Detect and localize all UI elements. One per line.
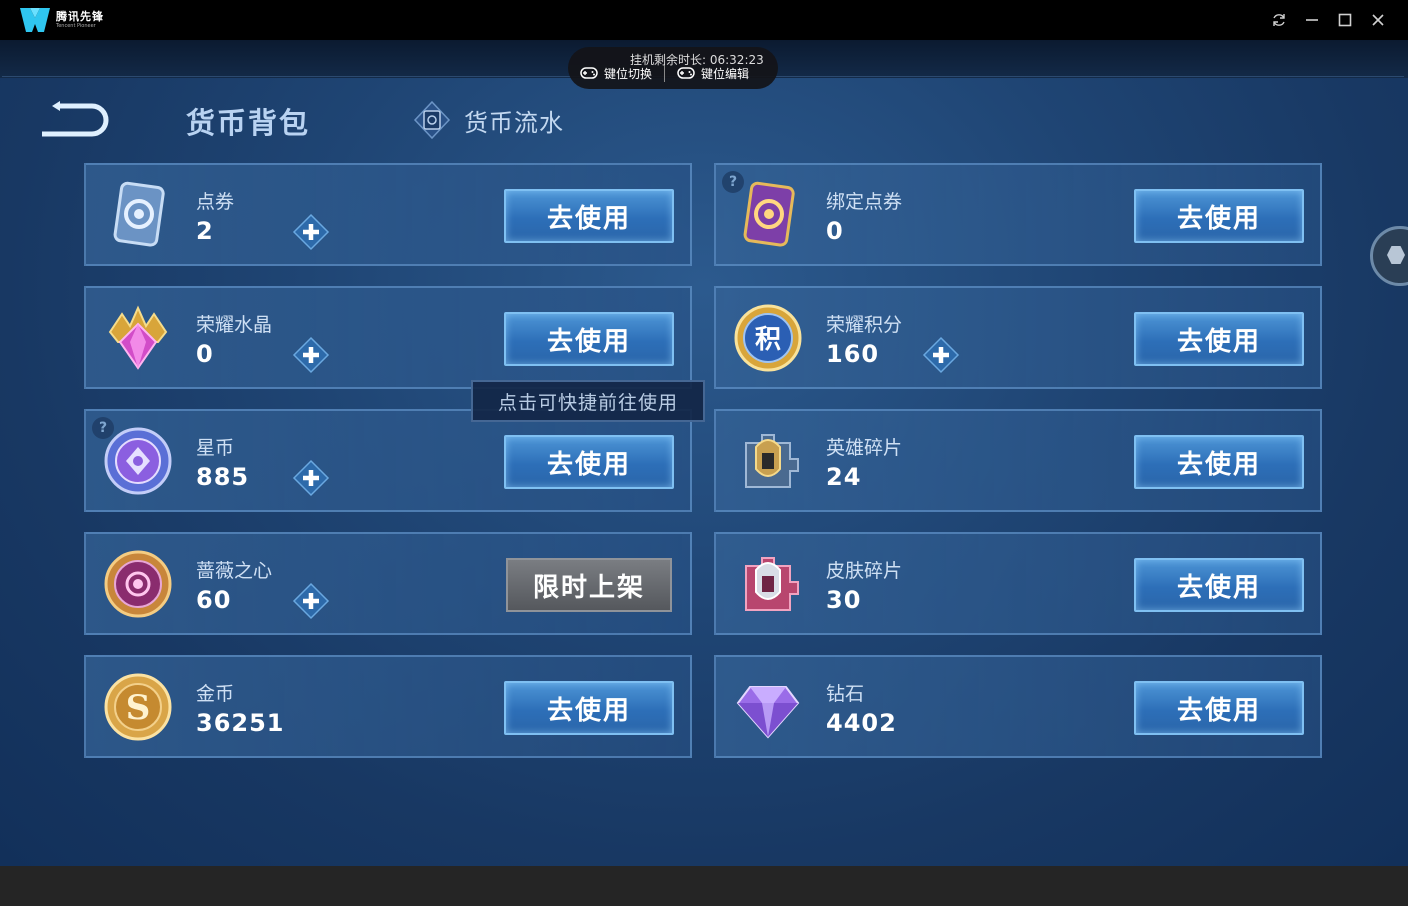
use-button[interactable]: 去使用: [1134, 681, 1304, 735]
currency-name: 蔷薇之心: [196, 560, 273, 582]
app-name: 腾讯先锋: [56, 10, 104, 23]
app-name-en: Tencent Pioneer: [56, 23, 96, 29]
currency-amount: 160: [826, 340, 880, 368]
currency-card: S 金币 36251 去使用: [84, 655, 692, 758]
bound-voucher-card-icon: [743, 181, 795, 247]
svg-text:积: 积: [755, 325, 781, 355]
limited-time-button: 限时上架: [506, 558, 672, 612]
currency-card: ? 星币 885 去使用: [84, 409, 692, 512]
use-button[interactable]: 去使用: [1134, 312, 1304, 366]
currency-card: 皮肤碎片 30 去使用: [714, 532, 1322, 635]
currency-amount: 30: [826, 586, 862, 614]
currency-card: 钻石 4402 去使用: [714, 655, 1322, 758]
currency-amount: 24: [826, 463, 862, 491]
currency-amount: 36251: [196, 709, 285, 737]
hero-fragment-icon: [745, 434, 799, 488]
minimize-button[interactable]: [1295, 7, 1328, 33]
app-logo-icon: [20, 8, 50, 32]
svg-text:S: S: [126, 688, 151, 728]
currency-card: ? 绑定点券 0 去使用: [714, 163, 1322, 266]
glory-crystal-icon: [108, 305, 168, 370]
star-coin-icon: [104, 427, 172, 495]
add-currency-button[interactable]: [292, 459, 330, 497]
flow-card-icon: [413, 100, 451, 140]
currency-amount: 60: [196, 586, 232, 614]
use-button[interactable]: 去使用: [1134, 189, 1304, 243]
refresh-button[interactable]: [1262, 7, 1295, 33]
add-currency-button[interactable]: [292, 336, 330, 374]
use-button[interactable]: 去使用: [504, 312, 674, 366]
voucher-card-icon: [113, 181, 165, 247]
rose-heart-icon: [104, 550, 172, 618]
close-button[interactable]: [1361, 7, 1394, 33]
currency-name: 钻石: [826, 683, 865, 705]
use-button[interactable]: 去使用: [1134, 435, 1304, 489]
add-currency-button[interactable]: [922, 336, 960, 374]
tab-currency-bag[interactable]: 货币背包: [186, 100, 310, 142]
gamepad-icon: [677, 67, 695, 79]
diamond-icon: [736, 686, 800, 739]
use-button[interactable]: 去使用: [504, 189, 674, 243]
currency-amount: 0: [826, 217, 844, 245]
currency-card: 荣耀水晶 0 去使用: [84, 286, 692, 389]
currency-name: 星币: [196, 437, 235, 459]
currency-amount: 2: [196, 217, 214, 245]
add-currency-button[interactable]: [292, 213, 330, 251]
gamepad-icon: [580, 67, 598, 79]
gold-coin-icon: S: [104, 673, 172, 741]
idle-timer: 挂机剩余时长: 06:32:23: [630, 53, 764, 67]
maximize-icon: [1338, 13, 1351, 27]
minimize-icon: [1305, 19, 1318, 21]
key-mapping-toolbar: 挂机剩余时长: 06:32:23 键位切换 键位编辑: [568, 47, 778, 89]
currency-card: 英雄碎片 24 去使用: [714, 409, 1322, 512]
currency-name: 绑定点券: [826, 191, 903, 213]
bottom-strip: [0, 866, 1408, 906]
currency-card: 蔷薇之心 60 限时上架: [84, 532, 692, 635]
use-button[interactable]: 去使用: [504, 681, 674, 735]
currency-name: 皮肤碎片: [826, 560, 903, 582]
refresh-icon: [1272, 14, 1285, 26]
back-arrow-icon[interactable]: [36, 100, 110, 140]
glory-points-icon: 积: [734, 304, 802, 372]
currency-name: 荣耀积分: [826, 314, 903, 336]
quick-use-tooltip: 点击可快捷前往使用: [471, 380, 705, 422]
currency-amount: 4402: [826, 709, 897, 737]
use-button[interactable]: 去使用: [504, 435, 674, 489]
title-bar: 腾讯先锋 Tencent Pioneer: [0, 0, 1408, 40]
tab-currency-flow-label: 货币流水: [464, 108, 564, 137]
tab-currency-flow[interactable]: 货币流水: [412, 100, 564, 140]
use-button[interactable]: 去使用: [1134, 558, 1304, 612]
skin-fragment-icon: [745, 557, 799, 611]
add-currency-button[interactable]: [292, 582, 330, 620]
currency-amount: 0: [196, 340, 214, 368]
currency-amount: 885: [196, 463, 250, 491]
currency-card: 点券 2 去使用: [84, 163, 692, 266]
app-logo: 腾讯先锋 Tencent Pioneer: [18, 6, 104, 34]
currency-name: 点券: [196, 191, 235, 213]
currency-card: 积 荣耀积分 160 去使用: [714, 286, 1322, 389]
currency-name: 金币: [196, 683, 235, 705]
currency-name: 英雄碎片: [826, 437, 903, 459]
close-icon: [1371, 14, 1384, 26]
maximize-button[interactable]: [1328, 7, 1361, 33]
currency-name: 荣耀水晶: [196, 314, 273, 336]
